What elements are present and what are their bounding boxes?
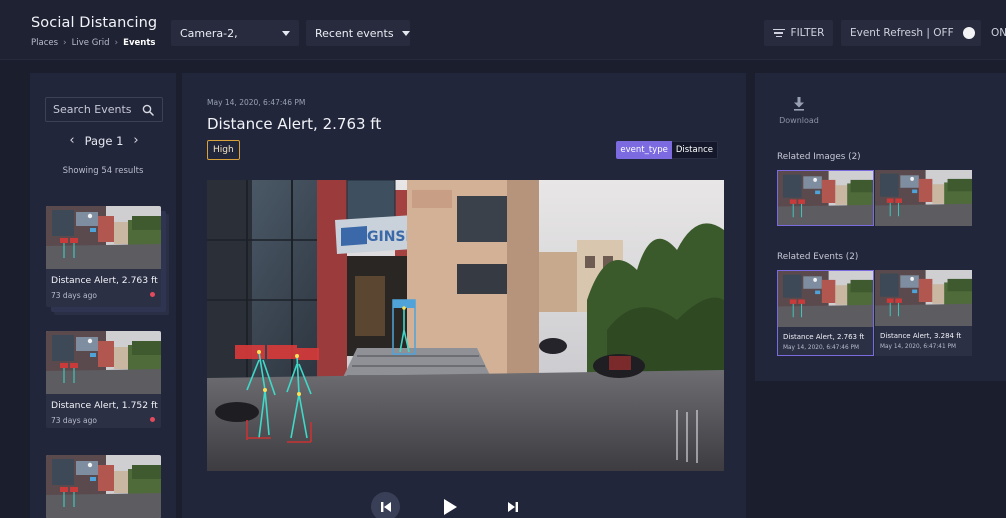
- download-label: Download: [779, 116, 819, 125]
- related-event-card[interactable]: Distance Alert, 3.284 ft May 14, 2020, 6…: [875, 270, 972, 356]
- event-card-title: Distance Alert, 2.763 ft: [51, 275, 158, 286]
- skip-previous-icon: [380, 501, 391, 512]
- filter-icon: [772, 29, 785, 37]
- event-card[interactable]: Distance Alert, 1.752 ft 73 days ago: [46, 331, 161, 428]
- play-icon: [444, 499, 457, 515]
- refresh-on-label: ON: [991, 27, 1006, 39]
- breadcrumb-places[interactable]: Places: [31, 38, 58, 48]
- related-event-card[interactable]: Distance Alert, 2.763 ft May 14, 2020, 6…: [777, 270, 874, 356]
- caret-down-icon: [401, 30, 410, 36]
- breadcrumb: Places › Live Grid › Events: [31, 38, 155, 48]
- download-icon: [794, 97, 804, 111]
- events-select-value: Recent events: [315, 26, 394, 40]
- event-card[interactable]: Distance Alert, 2.763 ft 73 days ago: [46, 206, 161, 307]
- pagination: ‹ Page 1 ›: [45, 133, 163, 148]
- related-panel: Download Related Images (2) Related Even…: [755, 73, 1006, 381]
- related-events-title: Related Events (2): [777, 252, 859, 262]
- alert-dot-icon: [150, 417, 155, 422]
- tag-value: Distance: [671, 141, 718, 159]
- camera-select-value: Camera-2,: [180, 26, 238, 40]
- event-detail: May 14, 2020, 6:47:46 PM Distance Alert,…: [182, 73, 746, 518]
- results-count: Showing 54 results: [62, 166, 144, 176]
- related-image-thumbnail: [778, 171, 874, 226]
- event-thumbnail: [46, 206, 161, 269]
- related-event-thumbnail: [778, 271, 874, 327]
- event-refresh-toggle[interactable]: Event Refresh | OFF: [841, 20, 981, 46]
- event-date: May 14, 2020, 6:47:46 PM: [207, 98, 306, 107]
- breadcrumb-live-grid[interactable]: Live Grid: [72, 38, 110, 48]
- filter-label: FILTER: [790, 27, 825, 39]
- event-title: Distance Alert, 2.763 ft: [207, 115, 382, 133]
- related-event-date: May 14, 2020, 6:47:46 PM: [783, 345, 860, 351]
- next-button[interactable]: [503, 496, 523, 518]
- event-thumbnail: [46, 455, 161, 518]
- event-card-time: 73 days ago: [51, 291, 97, 300]
- camera-select[interactable]: Camera-2,: [171, 20, 299, 46]
- alert-dot-icon: [150, 292, 155, 297]
- event-card[interactable]: [46, 455, 161, 518]
- events-sidebar: ‹ Page 1 › Showing 54 results Distance A…: [30, 73, 176, 518]
- search-input[interactable]: [53, 103, 139, 116]
- related-images-title: Related Images (2): [777, 152, 861, 162]
- related-event-thumbnail: [875, 270, 972, 326]
- playback-controls: [182, 487, 746, 518]
- event-card-title: Distance Alert, 1.752 ft: [51, 400, 158, 411]
- search-icon[interactable]: [142, 104, 154, 116]
- event-type-tag: event_type Distance: [616, 141, 718, 159]
- related-event-title: Distance Alert, 3.284 ft: [880, 332, 962, 340]
- breadcrumb-events: Events: [123, 38, 156, 48]
- top-bar: Social Distancing Places › Live Grid › E…: [0, 0, 1006, 60]
- page-label: Page 1: [84, 133, 124, 148]
- toggle-knob[interactable]: [962, 27, 975, 39]
- event-image[interactable]: GINSERV: [207, 180, 724, 471]
- caret-down-icon: [282, 30, 290, 36]
- filter-button[interactable]: FILTER: [764, 20, 833, 46]
- related-image[interactable]: [875, 170, 972, 226]
- severity-badge: High: [207, 140, 240, 160]
- event-refresh-label: Event Refresh | OFF: [850, 27, 954, 39]
- search-box[interactable]: [45, 97, 163, 122]
- event-thumbnail: [46, 331, 161, 394]
- chevron-right-icon[interactable]: ›: [133, 133, 138, 148]
- skip-next-icon: [508, 502, 518, 512]
- tag-key: event_type: [616, 141, 672, 159]
- events-select[interactable]: Recent events: [306, 20, 410, 46]
- previous-button[interactable]: [371, 492, 400, 518]
- related-image-thumbnail: [875, 170, 972, 226]
- download-button[interactable]: Download: [777, 97, 821, 125]
- related-image[interactable]: [777, 170, 874, 226]
- chevron-right-icon: ›: [114, 38, 119, 48]
- related-event-date: May 14, 2020, 6:47:41 PM: [880, 344, 957, 350]
- chevron-left-icon[interactable]: ‹: [69, 133, 74, 148]
- app-title: Social Distancing: [31, 15, 158, 31]
- related-event-title: Distance Alert, 2.763 ft: [783, 333, 865, 341]
- chevron-right-icon: ›: [63, 38, 67, 48]
- event-card-time: 73 days ago: [51, 416, 97, 425]
- play-button[interactable]: [440, 496, 460, 518]
